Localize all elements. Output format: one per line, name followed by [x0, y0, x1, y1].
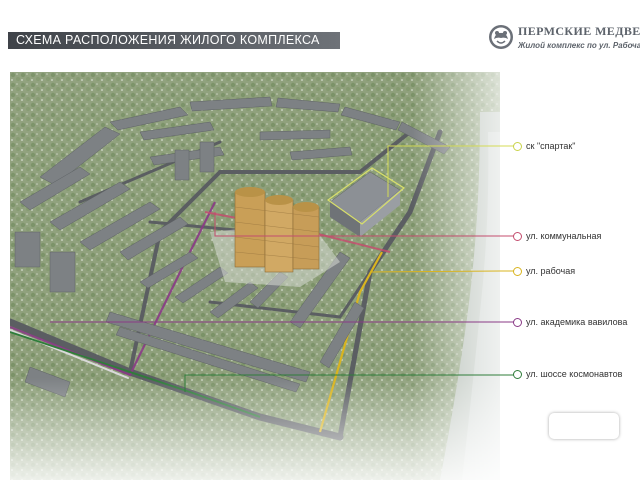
label-spartak: ск "спартак" — [526, 141, 576, 151]
marker-rabochaya — [513, 267, 522, 276]
marker-kosmonavtov — [513, 370, 522, 379]
marker-vavilova — [513, 318, 522, 327]
brand-tagline: Жилой комплекс по ул. Рабочая 7 — [518, 41, 640, 50]
marker-kommunalnaya — [513, 232, 522, 241]
label-kosmonavtov: ул. шоссе космонавтов — [526, 369, 623, 379]
blank-legend-box — [549, 413, 619, 439]
brand-name: ПЕРМСКИЕ МЕДВЕДИ — [518, 24, 640, 38]
label-kommunalnaya: ул. коммунальная — [526, 231, 602, 241]
aerial-site-map — [10, 72, 500, 480]
brand-logo-block: ПЕРМСКИЕ МЕДВЕДИ Жилой комплекс по ул. Р… — [488, 20, 640, 60]
page-title: СХЕМА РАСПОЛОЖЕНИЯ ЖИЛОГО КОМПЛЕКСА — [8, 32, 340, 49]
bear-emblem-icon — [489, 25, 513, 49]
label-vavilova: ул. академика вавилова — [526, 317, 628, 327]
label-rabochaya: ул. рабочая — [526, 266, 576, 276]
marker-spartak — [513, 142, 522, 151]
